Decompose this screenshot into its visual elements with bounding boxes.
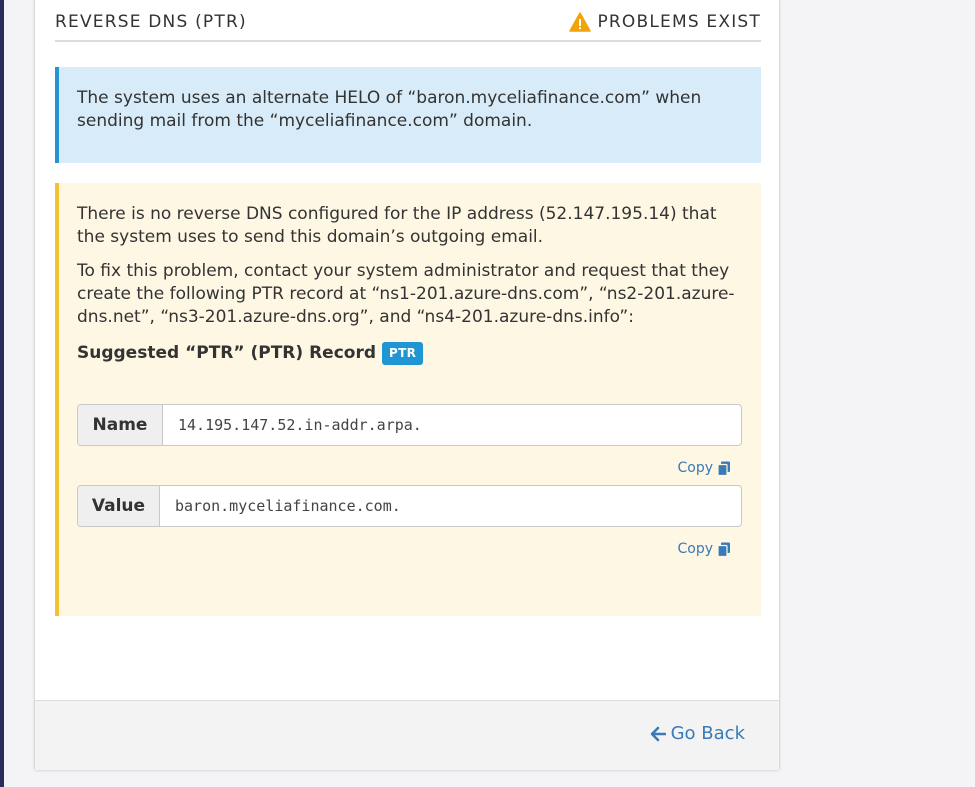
fix-text: To fix this problem, contact your system… [77, 261, 735, 327]
warning-triangle-icon [569, 12, 592, 32]
ptr-problem-alert: There is no reverse DNS configured for t… [55, 183, 761, 616]
ptr-badge: PTR [382, 342, 424, 365]
record-name-label: Name [78, 405, 163, 445]
suggested-record-heading: Suggested “PTR” (PTR) Record PTR [77, 342, 743, 365]
card-footer: Go Back [35, 700, 779, 770]
section-header: REVERSE DNS (PTR) PROBLEMS EXIST [55, 0, 761, 42]
reverse-dns-card: REVERSE DNS (PTR) PROBLEMS EXIST The sys… [34, 0, 780, 770]
problem-text: There is no reverse DNS configured for t… [77, 204, 717, 247]
sidebar-edge [0, 0, 4, 787]
copy-name-label: Copy [677, 460, 713, 476]
copy-value-button[interactable]: Copy [677, 538, 731, 561]
copy-value-label: Copy [677, 541, 713, 557]
record-name-field[interactable]: 14.195.147.52.in-addr.arpa. [163, 405, 741, 445]
suggested-record-label: Suggested “PTR” (PTR) Record [77, 343, 377, 363]
record-value-label: Value [78, 486, 160, 526]
record-value-row: Value baron.myceliafinance.com. [77, 485, 742, 527]
section-title: REVERSE DNS (PTR) [55, 12, 247, 32]
helo-info-text: The system uses an alternate HELO of “ba… [77, 88, 702, 131]
helo-info-alert: The system uses an alternate HELO of “ba… [55, 67, 761, 163]
record-value-field[interactable]: baron.myceliafinance.com. [160, 486, 741, 526]
go-back-label: Go Back [670, 723, 745, 744]
arrow-left-icon [650, 726, 666, 741]
copy-name-button[interactable]: Copy [677, 457, 731, 480]
copy-icon [717, 461, 730, 476]
status-label: PROBLEMS EXIST [597, 12, 761, 32]
record-name-row: Name 14.195.147.52.in-addr.arpa. [77, 404, 742, 446]
copy-icon [717, 542, 730, 557]
status-indicator: PROBLEMS EXIST [569, 12, 761, 32]
go-back-button[interactable]: Go Back [650, 723, 745, 744]
